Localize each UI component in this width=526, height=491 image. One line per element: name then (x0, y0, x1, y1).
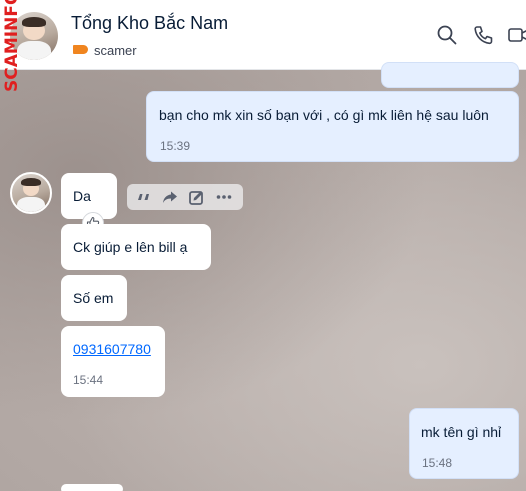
message-bubble-sent[interactable]: bạn cho mk xin số bạn với , có gì mk liê… (146, 91, 519, 162)
message-action-bar (127, 184, 243, 210)
contact-name[interactable]: Tổng Kho Bắc Nam (71, 13, 228, 34)
search-icon[interactable] (436, 24, 458, 46)
phone-icon[interactable] (472, 24, 494, 46)
message-text: Da (73, 188, 91, 204)
more-icon[interactable] (215, 188, 233, 206)
message-bubble-sent[interactable]: mk tên gì nhỉ 15:48 (409, 408, 519, 479)
message-text: Ck giúp e lên bill ạ (73, 239, 188, 255)
watermark-text: SCAMINFO (2, 0, 22, 92)
video-call-icon[interactable] (507, 24, 526, 46)
contact-tag-label[interactable]: scamer (94, 43, 137, 58)
message-text: bạn cho mk xin số bạn với , có gì mk liê… (159, 107, 489, 123)
tag-icon (73, 45, 88, 54)
message-bubble-partial[interactable] (61, 484, 123, 491)
message-bubble-received[interactable]: Số em (61, 275, 127, 321)
phone-number-link[interactable]: 0931607780 (73, 340, 151, 358)
message-bubble-received[interactable]: Ck giúp e lên bill ạ (61, 224, 211, 270)
sender-avatar[interactable] (10, 172, 52, 214)
message-time: 15:44 (73, 373, 104, 387)
edit-icon[interactable] (188, 188, 206, 206)
forward-icon[interactable] (161, 188, 179, 206)
quote-icon[interactable] (135, 188, 153, 206)
chat-header: Tổng Kho Bắc Nam scamer (0, 0, 526, 70)
message-text: mk tên gì nhỉ (421, 424, 502, 440)
message-text: Số em (73, 290, 114, 306)
message-bubble-partial[interactable] (381, 62, 519, 88)
message-bubble-received[interactable]: 0931607780 15:44 (61, 326, 165, 397)
message-time: 15:39 (160, 139, 191, 153)
message-time: 15:48 (422, 456, 453, 470)
